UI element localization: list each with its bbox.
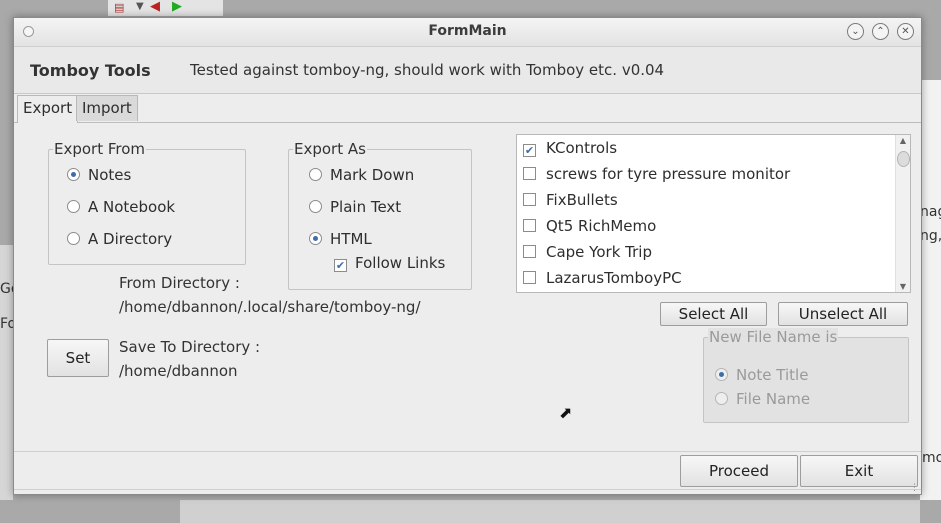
tab-divider [14, 122, 921, 123]
checkbox-icon[interactable] [523, 245, 536, 258]
close-button[interactable]: ✕ [897, 23, 914, 40]
export-as-label: Export As [293, 140, 367, 158]
radio-label: HTML [330, 230, 372, 248]
bottom-panel: Proceed Exit [14, 451, 921, 492]
checkbox-icon[interactable] [523, 167, 536, 180]
list-item-label: Qt5 RichMemo [546, 217, 657, 235]
list-item-label: FixBullets [546, 191, 618, 209]
radio-mark-down[interactable]: Mark Down [309, 166, 414, 184]
list-item-label: screws for tyre pressure monitor [546, 165, 791, 183]
header-panel: Tomboy Tools Tested against tomboy-ng, s… [14, 47, 921, 94]
radio-label: Plain Text [330, 198, 402, 216]
radio-icon [309, 200, 322, 213]
radio-label: File Name [736, 390, 811, 408]
notes-listbox[interactable]: ✔ KControls screws for tyre pressure moni… [516, 134, 911, 293]
radio-a-directory[interactable]: A Directory [67, 230, 172, 248]
save-to-directory-label: Save To Directory : [119, 338, 261, 356]
radio-label: Mark Down [330, 166, 415, 184]
radio-selected-icon [67, 168, 80, 181]
scroll-up-icon[interactable]: ▲ [896, 136, 910, 145]
radio-html[interactable]: HTML [309, 230, 372, 248]
background-window-right [920, 80, 941, 500]
select-all-button[interactable]: Select All [660, 302, 767, 326]
export-from-label: Export From [53, 140, 147, 158]
list-scrollbar[interactable]: ▲ ▼ [895, 135, 910, 292]
scroll-thumb[interactable] [897, 151, 910, 167]
radio-selected-icon [309, 232, 322, 245]
forward-arrow-icon: ▶ [172, 0, 182, 14]
checkbox-icon[interactable] [523, 219, 536, 232]
list-item-label: KControls [546, 139, 618, 157]
new-file-name-group: New File Name is Note Title File Name [703, 328, 909, 423]
checkmark-icon: ✔ [334, 259, 347, 272]
unselect-all-button[interactable]: Unselect All [778, 302, 908, 326]
radio-label: Note Title [736, 366, 809, 384]
radio-label: A Directory [88, 230, 173, 248]
toolbar-icon: ▤ [114, 1, 125, 14]
checkbox-icon[interactable] [523, 193, 536, 206]
status-bar [14, 489, 921, 494]
radio-plain-text[interactable]: Plain Text [309, 198, 401, 216]
checkmark-icon[interactable]: ✔ [523, 144, 536, 157]
title-bar[interactable]: FormMain ⌄ ⌃ ✕ [14, 18, 921, 47]
background-window-top: ▤ ▼ ◀ ▶ [108, 0, 223, 16]
back-arrow-icon: ◀ [150, 0, 160, 14]
list-item[interactable]: screws for tyre pressure monitor [523, 161, 790, 187]
radio-note-title[interactable]: Note Title [715, 366, 808, 384]
from-directory-label: From Directory : [119, 274, 240, 292]
scroll-down-icon[interactable]: ▼ [896, 282, 910, 291]
export-from-group: Export From Notes A Notebook A Directory [48, 140, 246, 265]
tab-import[interactable]: Import [76, 95, 138, 121]
proceed-button[interactable]: Proceed [680, 455, 798, 487]
save-to-directory-path: /home/dbannon [119, 362, 238, 380]
tab-export[interactable]: Export [17, 95, 79, 123]
list-item[interactable]: ✔ KControls [523, 135, 617, 161]
checkbox-icon[interactable] [523, 271, 536, 284]
resize-grip-icon[interactable]: ⋮ [910, 483, 919, 493]
app-name: Tomboy Tools [30, 61, 151, 80]
radio-selected-icon [715, 368, 728, 381]
radio-label: A Notebook [88, 198, 176, 216]
list-item[interactable]: Qt5 RichMemo [523, 213, 656, 239]
exit-button[interactable]: Exit [800, 455, 918, 487]
list-item[interactable]: Cape York Trip [523, 239, 652, 265]
follow-links-checkbox[interactable]: ✔ Follow Links [334, 254, 445, 272]
radio-icon [67, 200, 80, 213]
maximize-button[interactable]: ⌃ [872, 23, 889, 40]
list-item[interactable]: LazarusTomboyPC [523, 265, 682, 291]
background-text: ng, [920, 228, 941, 244]
window-title: FormMain [428, 23, 507, 39]
new-file-name-label: New File Name is [708, 328, 839, 346]
radio-label: Notes [88, 166, 132, 184]
list-item[interactable]: FixBullets [523, 187, 618, 213]
background-text: mo [922, 450, 941, 466]
background-text: nag [920, 204, 941, 220]
minimize-button[interactable]: ⌄ [847, 23, 864, 40]
list-item-label: LazarusTomboyPC [546, 269, 682, 287]
export-as-group: Export As Mark Down Plain Text HTML ✔ Fol… [288, 140, 472, 290]
radio-icon [715, 392, 728, 405]
radio-a-notebook[interactable]: A Notebook [67, 198, 175, 216]
mouse-cursor-icon: ⬈ [559, 403, 573, 422]
checkbox-label: Follow Links [355, 254, 446, 272]
app-description: Tested against tomboy-ng, should work wi… [190, 61, 665, 79]
from-directory-path: /home/dbannon/.local/share/tomboy-ng/ [119, 298, 421, 316]
background-window-bottom [180, 500, 920, 523]
radio-file-name[interactable]: File Name [715, 390, 810, 408]
radio-icon [67, 232, 80, 245]
dropdown-arrow-icon: ▼ [136, 1, 144, 12]
radio-icon [309, 168, 322, 181]
list-item-label: Cape York Trip [546, 243, 652, 261]
main-window: FormMain ⌄ ⌃ ✕ Tomboy Tools Tested again… [13, 17, 922, 495]
radio-notes[interactable]: Notes [67, 166, 131, 184]
set-button[interactable]: Set [47, 339, 109, 377]
